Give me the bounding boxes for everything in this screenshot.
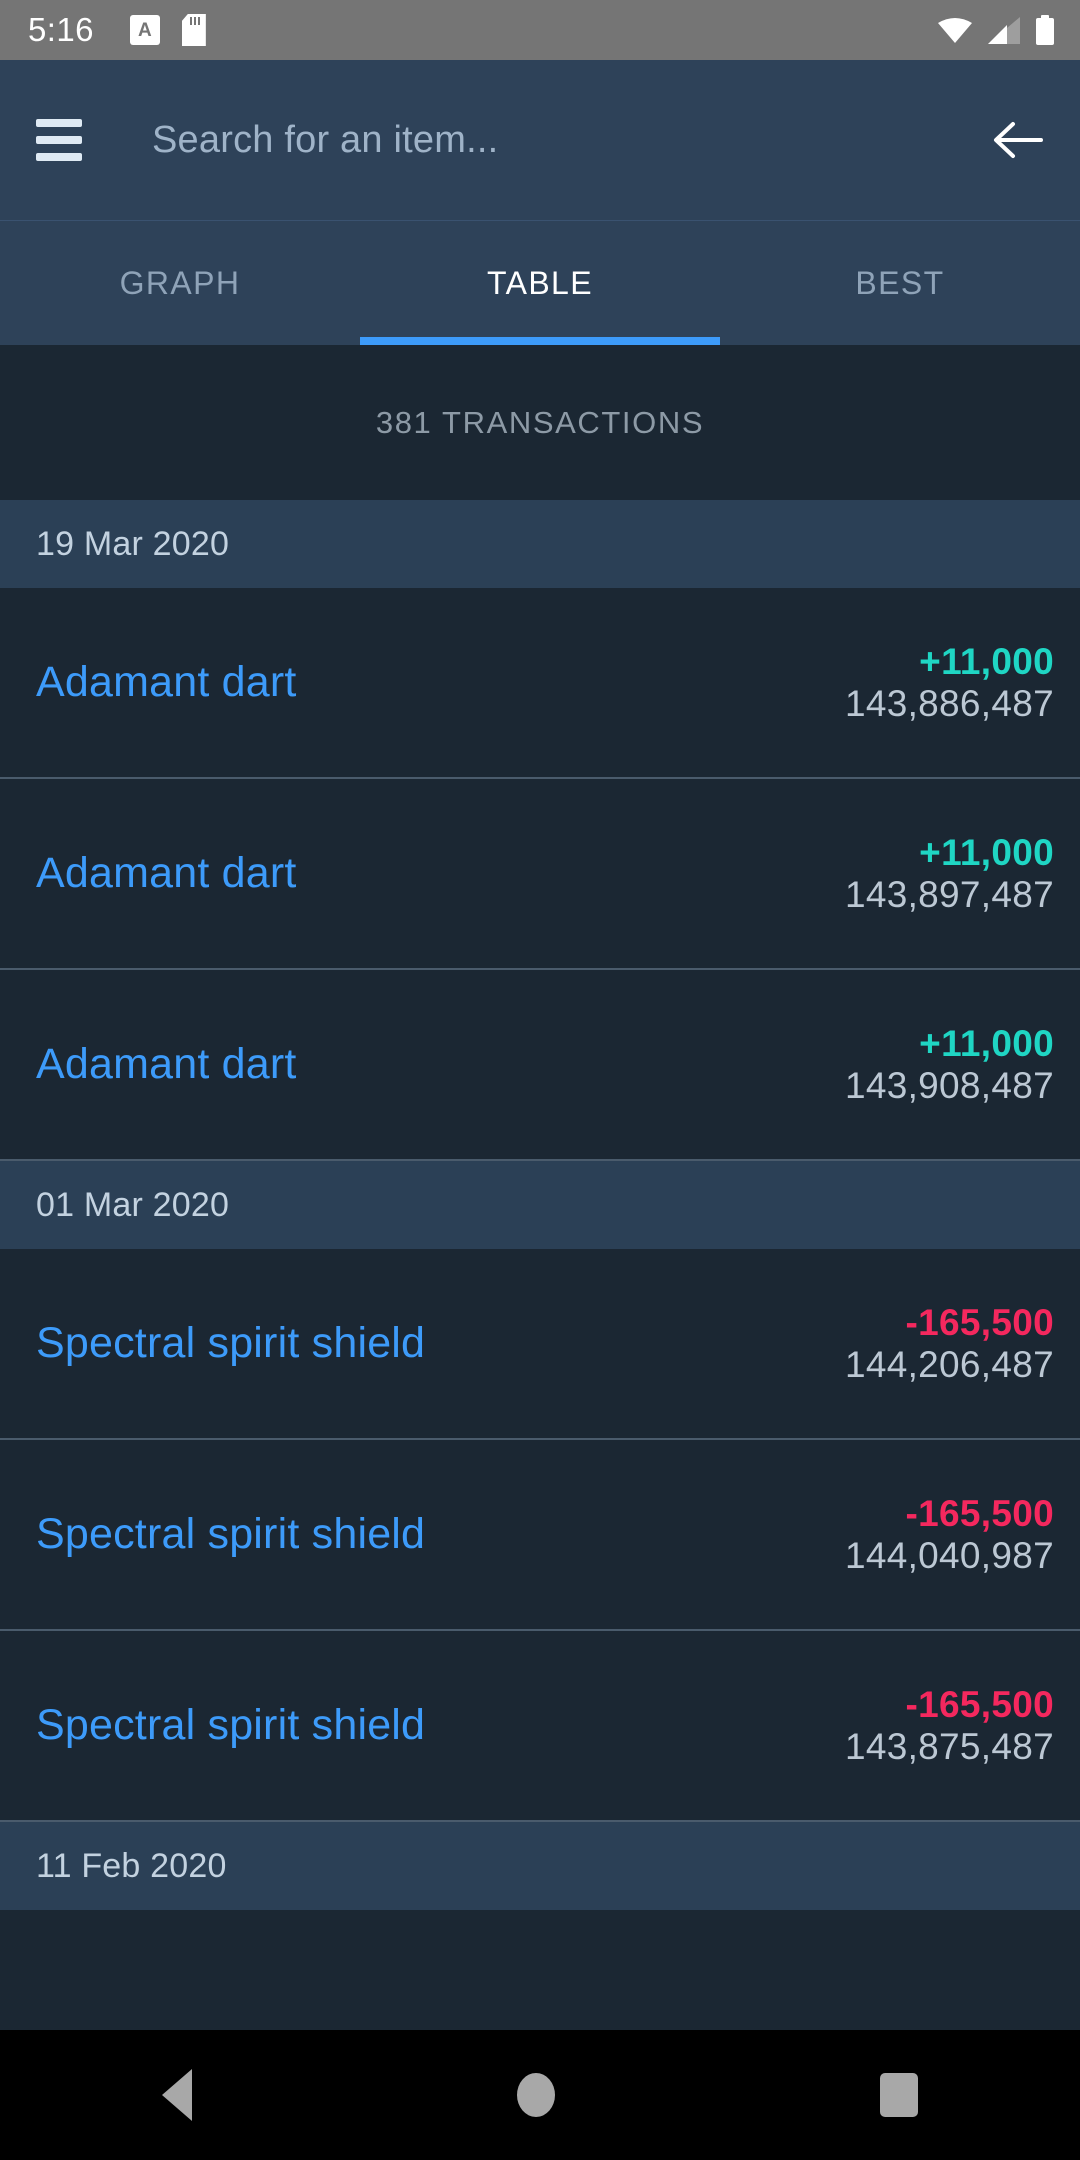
active-tab-indicator bbox=[360, 337, 720, 345]
amount-value: +11,000 bbox=[919, 832, 1054, 874]
row-values: -165,500 144,206,487 bbox=[845, 1302, 1054, 1385]
item-name[interactable]: Spectral spirit shield bbox=[36, 1513, 425, 1556]
item-name[interactable]: Spectral spirit shield bbox=[36, 1322, 425, 1365]
item-name[interactable]: Adamant dart bbox=[36, 661, 297, 704]
balance-value: 143,886,487 bbox=[844, 682, 1054, 724]
amount-value: -165,500 bbox=[905, 1684, 1054, 1726]
search-bar bbox=[0, 60, 1080, 220]
a-badge-icon: A bbox=[129, 15, 160, 45]
tab-table[interactable]: TABLE bbox=[360, 265, 720, 302]
app-screen: 5:16 A Search for an item... GRAPH TABLE… bbox=[0, 0, 1080, 2160]
amount-value: +11,000 bbox=[919, 641, 1054, 683]
date-header: 01 Mar 2020 bbox=[0, 1161, 1080, 1249]
table-row[interactable]: Spectral spirit shield -165,500 144,206,… bbox=[0, 1249, 1080, 1440]
table-row[interactable]: Spectral spirit shield -165,500 143,875,… bbox=[0, 1631, 1080, 1822]
nav-home-icon[interactable] bbox=[516, 2073, 555, 2117]
android-navigation-bar bbox=[0, 2030, 1080, 2160]
item-name[interactable]: Adamant dart bbox=[36, 852, 297, 895]
hamburger-menu-icon[interactable] bbox=[36, 119, 82, 161]
tab-graph[interactable]: GRAPH bbox=[0, 265, 360, 302]
row-values: -165,500 143,875,487 bbox=[845, 1684, 1054, 1767]
status-bar: 5:16 A bbox=[0, 0, 1080, 60]
amount-value: +11,000 bbox=[919, 1023, 1054, 1065]
row-values: +11,000 143,908,487 bbox=[845, 1023, 1054, 1106]
nav-recents-icon[interactable] bbox=[879, 2073, 918, 2117]
status-left-icons: A bbox=[129, 14, 206, 46]
search-input[interactable] bbox=[152, 118, 990, 162]
status-time: 5:16 bbox=[28, 11, 94, 48]
tab-bar: GRAPH TABLE BEST bbox=[0, 220, 1080, 345]
balance-value: 144,040,987 bbox=[844, 1534, 1054, 1576]
nav-back-icon[interactable] bbox=[162, 2069, 193, 2121]
amount-value: -165,500 bbox=[905, 1493, 1054, 1535]
transaction-count-bar: 381 TRANSACTIONS bbox=[0, 345, 1080, 500]
table-row[interactable]: -46,005 bbox=[0, 1910, 1080, 2040]
date-header: 11 Feb 2020 bbox=[0, 1822, 1080, 1910]
amount-value: -165,500 bbox=[905, 1302, 1054, 1344]
balance-value: 143,908,487 bbox=[844, 1064, 1054, 1106]
status-right-icons bbox=[938, 15, 1054, 45]
cell-signal-icon bbox=[988, 16, 1020, 44]
transaction-count-label: 381 TRANSACTIONS bbox=[375, 404, 705, 440]
date-label: 19 Mar 2020 bbox=[36, 524, 230, 563]
table-row[interactable]: Adamant dart +11,000 143,897,487 bbox=[0, 779, 1080, 970]
row-values: +11,000 143,886,487 bbox=[845, 641, 1054, 724]
table-row[interactable]: Spectral spirit shield -165,500 144,040,… bbox=[0, 1440, 1080, 1631]
sd-card-icon bbox=[182, 14, 206, 46]
transaction-list: 19 Mar 2020 Adamant dart +11,000 143,886… bbox=[0, 500, 1080, 2040]
table-row[interactable]: Adamant dart +11,000 143,886,487 bbox=[0, 588, 1080, 779]
item-name[interactable]: Spectral spirit shield bbox=[36, 1704, 425, 1747]
item-name[interactable]: Adamant dart bbox=[36, 1043, 297, 1086]
row-values: -165,500 144,040,987 bbox=[845, 1493, 1054, 1576]
row-values: +11,000 143,897,487 bbox=[845, 832, 1054, 915]
balance-value: 143,897,487 bbox=[844, 873, 1054, 915]
date-label: 11 Feb 2020 bbox=[36, 1846, 227, 1885]
wifi-icon bbox=[938, 17, 972, 43]
table-row[interactable]: Adamant dart +11,000 143,908,487 bbox=[0, 970, 1080, 1161]
tab-best[interactable]: BEST bbox=[720, 265, 1080, 302]
back-arrow-icon[interactable] bbox=[990, 113, 1044, 167]
balance-value: 143,875,487 bbox=[844, 1725, 1054, 1767]
date-header: 19 Mar 2020 bbox=[0, 500, 1080, 588]
balance-value: 144,206,487 bbox=[844, 1343, 1054, 1385]
date-label: 01 Mar 2020 bbox=[36, 1185, 230, 1224]
battery-icon bbox=[1036, 15, 1054, 45]
